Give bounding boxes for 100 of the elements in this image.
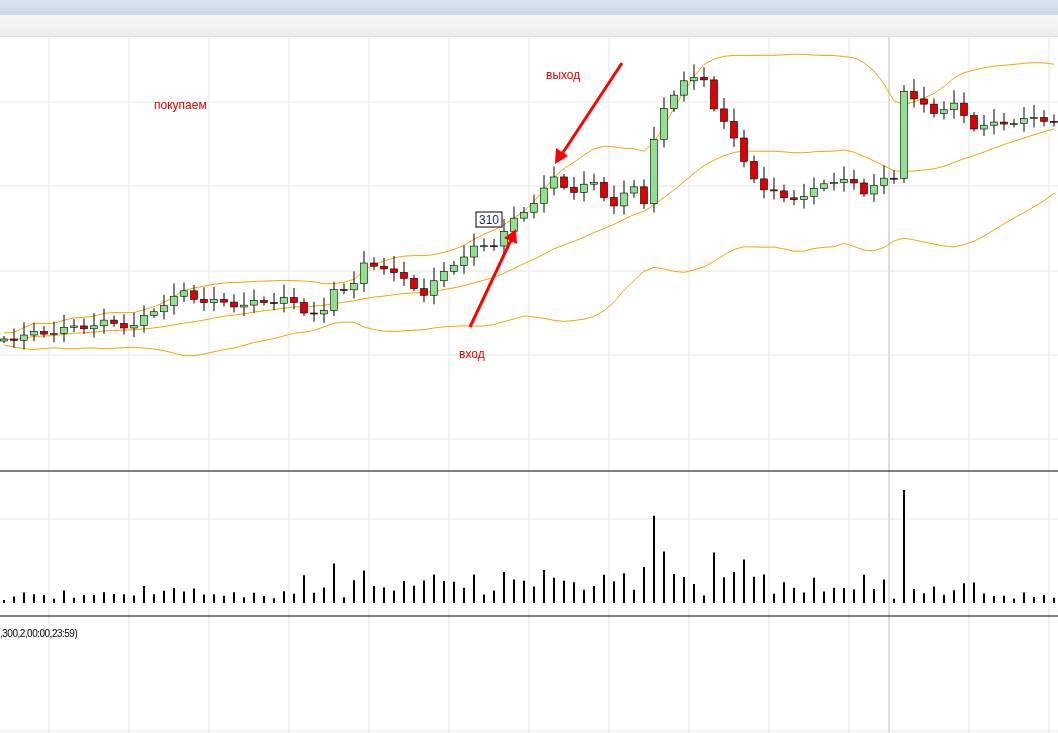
candle — [300, 297, 308, 317]
candle — [930, 97, 938, 119]
candle — [550, 166, 558, 196]
candle — [800, 183, 808, 210]
candle — [960, 91, 968, 124]
candle — [990, 108, 998, 135]
candle — [210, 286, 218, 312]
candle — [860, 178, 868, 198]
candle — [740, 129, 748, 168]
candle — [30, 322, 38, 342]
candle — [170, 282, 178, 316]
candle — [1000, 112, 1008, 131]
candle — [570, 176, 578, 201]
candle — [590, 173, 598, 191]
candle — [670, 90, 678, 113]
candle — [0, 335, 8, 344]
candle — [230, 293, 238, 313]
candle — [1030, 104, 1038, 128]
candle — [380, 257, 388, 276]
candle — [370, 256, 378, 271]
candle — [840, 165, 848, 193]
candle — [330, 281, 338, 317]
candle — [400, 261, 408, 287]
price-tag: 310 — [475, 211, 503, 228]
candle — [290, 287, 298, 310]
candle — [220, 292, 228, 307]
candle — [520, 206, 528, 223]
candle — [1050, 113, 1058, 128]
candle — [120, 313, 128, 335]
candle — [810, 176, 818, 205]
candle — [140, 304, 148, 334]
candle — [110, 314, 118, 328]
candle — [530, 194, 538, 219]
candle — [90, 312, 98, 339]
candle — [1020, 106, 1028, 133]
candle — [540, 174, 548, 214]
candle — [390, 255, 398, 283]
candle — [820, 179, 828, 192]
candle — [100, 308, 108, 335]
candle — [20, 321, 28, 350]
candle — [700, 66, 708, 88]
candle — [80, 318, 88, 335]
buy-note: покупаем — [154, 98, 207, 112]
candle — [340, 282, 348, 295]
candle — [250, 288, 258, 314]
candle — [440, 261, 448, 288]
candle — [970, 111, 978, 132]
candle — [760, 166, 768, 199]
candle — [490, 238, 498, 252]
candle — [180, 282, 188, 303]
candle — [920, 86, 928, 113]
candle — [240, 291, 248, 317]
candle — [780, 184, 788, 203]
candle — [10, 328, 18, 349]
candle — [910, 78, 918, 108]
candle — [200, 286, 208, 312]
candle — [890, 169, 898, 185]
candle — [560, 173, 568, 191]
candle — [310, 301, 318, 323]
candle — [600, 176, 608, 202]
candle — [350, 270, 358, 299]
candle — [160, 294, 168, 320]
candle — [60, 314, 68, 343]
candle — [470, 232, 478, 267]
candle — [1010, 118, 1018, 128]
candle — [420, 278, 428, 303]
candle — [710, 75, 718, 112]
candle — [690, 63, 698, 91]
entry-label: вход — [459, 347, 485, 361]
candle — [640, 178, 648, 210]
indicator-caption: ,300,2,00:00,23:59) — [0, 628, 78, 639]
candle — [360, 250, 368, 293]
candle — [1040, 109, 1048, 127]
candle — [830, 172, 838, 192]
candle — [270, 292, 278, 311]
candle — [50, 321, 58, 343]
candle — [430, 267, 438, 305]
exit-label: выход — [546, 68, 581, 82]
candle — [40, 325, 48, 339]
candle — [460, 245, 468, 275]
candle — [950, 89, 958, 120]
candle — [870, 173, 878, 203]
candle — [940, 100, 948, 120]
candle — [410, 274, 418, 292]
candle — [320, 297, 328, 324]
candle — [190, 284, 198, 304]
candle — [580, 170, 588, 202]
candle — [880, 165, 888, 195]
candle — [730, 108, 738, 148]
candle — [790, 189, 798, 206]
candle — [450, 260, 458, 276]
candle — [620, 180, 628, 216]
candle — [150, 307, 158, 319]
candle — [720, 97, 728, 130]
candle — [280, 284, 288, 313]
candle — [750, 155, 758, 184]
candle — [980, 114, 988, 137]
candle — [480, 237, 488, 252]
candle — [130, 312, 138, 338]
candle — [630, 179, 638, 199]
